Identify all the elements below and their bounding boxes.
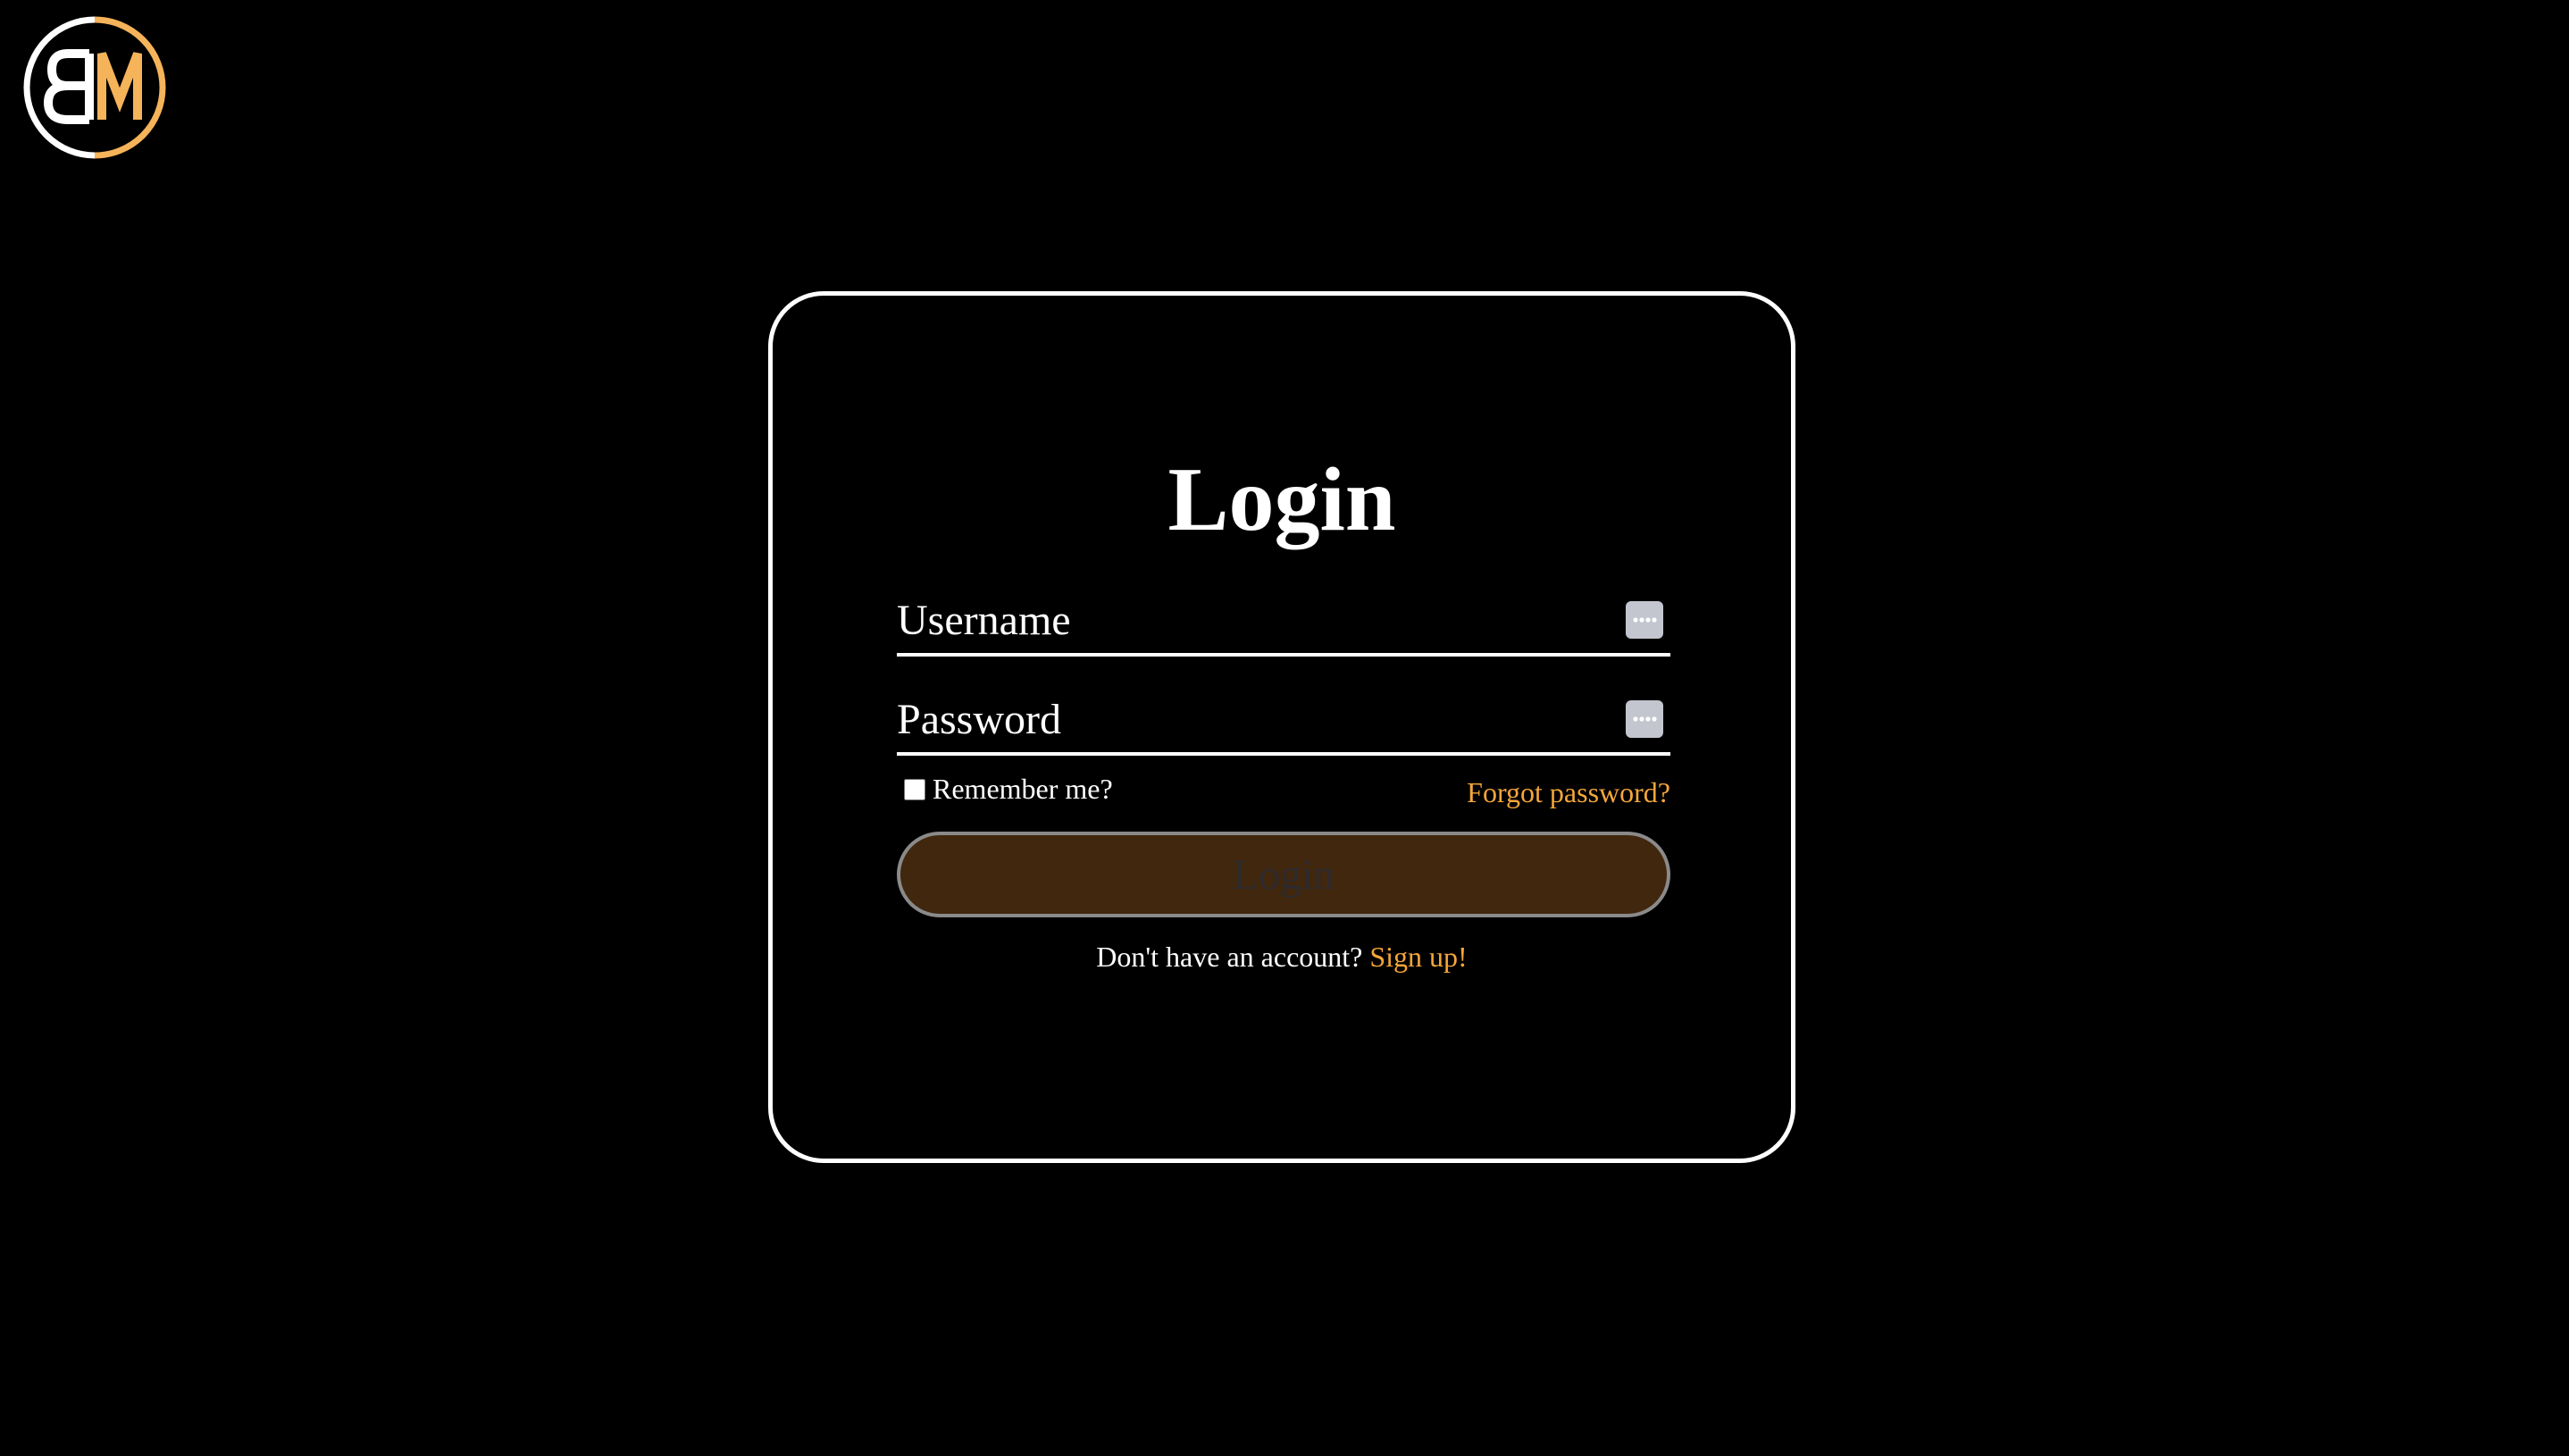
password-input[interactable] — [897, 686, 1594, 752]
remember-me-checkbox[interactable] — [904, 778, 925, 800]
login-button[interactable]: Login — [897, 832, 1670, 917]
username-field-wrapper — [897, 587, 1670, 657]
brand-logo[interactable] — [21, 14, 168, 161]
more-dots-icon[interactable] — [1626, 700, 1663, 738]
dots-glyph — [1633, 716, 1657, 722]
signup-prompt: Don't have an account? — [1096, 941, 1363, 973]
login-options-row: Remember me? Forgot password? — [904, 773, 1670, 812]
signup-row: Don't have an account? Sign up! — [773, 941, 1791, 974]
username-input[interactable] — [897, 587, 1594, 653]
password-field-wrapper — [897, 686, 1670, 756]
forgot-password-link[interactable]: Forgot password? — [1467, 773, 1670, 812]
brand-logo-mark — [23, 16, 166, 159]
remember-me[interactable]: Remember me? — [904, 773, 1113, 806]
more-dots-icon[interactable] — [1626, 601, 1663, 639]
remember-me-label: Remember me? — [933, 773, 1113, 805]
dots-glyph — [1633, 617, 1657, 623]
signup-link[interactable]: Sign up! — [1369, 941, 1467, 973]
login-card: Login Remember me? Forgot — [768, 291, 1795, 1163]
login-title: Login — [1167, 449, 1396, 550]
